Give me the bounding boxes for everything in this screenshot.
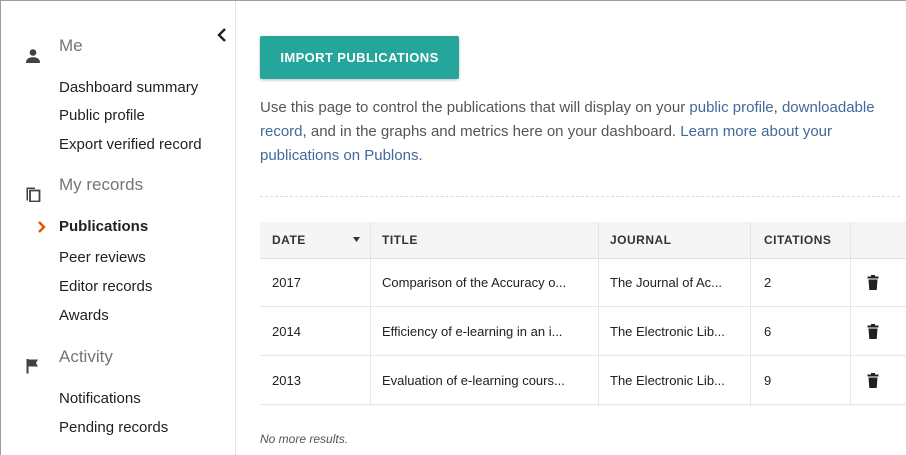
sidebar-item-notifications[interactable]: Notifications (59, 389, 141, 409)
cell-citations: 2 (764, 275, 772, 290)
sidebar-item-peer-reviews[interactable]: Peer reviews (59, 248, 146, 268)
table-row[interactable]: 2013 Evaluation of e-learning cours... T… (260, 357, 906, 405)
column-separator (850, 222, 851, 406)
cell-journal: The Electronic Lib... (610, 373, 725, 388)
import-publications-button[interactable]: IMPORT PUBLICATIONS (260, 36, 459, 79)
dashed-divider (260, 196, 900, 197)
column-header-title[interactable]: TITLE (382, 222, 418, 259)
trash-icon[interactable] (867, 324, 879, 339)
column-separator (598, 222, 599, 406)
cell-citations: 6 (764, 324, 772, 339)
chevron-left-icon[interactable] (215, 27, 229, 43)
column-header-citations[interactable]: CITATIONS (764, 222, 831, 259)
cell-title[interactable]: Evaluation of e-learning cours... (382, 357, 600, 405)
section-title-me: Me (59, 36, 83, 55)
cell-date: 2017 (272, 275, 301, 290)
sidebar-item-editor-records[interactable]: Editor records (59, 277, 152, 297)
cell-journal: The Electronic Lib... (610, 324, 725, 339)
sort-descending-icon[interactable] (353, 237, 360, 242)
no-more-results-text: No more results. (260, 432, 349, 446)
person-icon (26, 49, 40, 63)
table-header: DATE TITLE JOURNAL CITATIONS (260, 222, 906, 259)
copy-records-icon (26, 187, 41, 202)
trash-icon[interactable] (867, 373, 879, 388)
sidebar-item-public-profile[interactable]: Public profile (59, 106, 145, 126)
sidebar: Me Dashboard summary Public profile Expo… (1, 1, 236, 455)
cell-date: 2013 (272, 373, 301, 388)
intro-text: Use this page to control the publication… (260, 99, 875, 164)
cell-journal: The Journal of Ac... (610, 275, 723, 290)
column-separator (370, 222, 371, 406)
sidebar-item-awards[interactable]: Awards (59, 306, 109, 326)
sidebar-item-export-verified-record[interactable]: Export verified record (59, 135, 202, 155)
column-separator (750, 222, 751, 406)
flag-icon (26, 359, 38, 374)
cell-title[interactable]: Efficiency of e-learning in an i... (382, 308, 600, 356)
cell-citations: 9 (764, 373, 772, 388)
trash-icon[interactable] (867, 275, 879, 290)
table-row[interactable]: 2017 Comparison of the Accuracy o... The… (260, 259, 906, 307)
public-profile-link[interactable]: public profile (689, 99, 773, 116)
sidebar-item-publications[interactable]: Publications (59, 217, 148, 237)
section-title-activity: Activity (59, 347, 113, 366)
table-row[interactable]: 2014 Efficiency of e-learning in an i...… (260, 308, 906, 356)
column-header-journal[interactable]: JOURNAL (610, 222, 672, 259)
section-title-my-records: My records (59, 175, 144, 194)
column-header-date[interactable]: DATE (272, 222, 306, 259)
active-chevron-icon (38, 221, 46, 233)
cell-title[interactable]: Comparison of the Accuracy o... (382, 259, 600, 307)
cell-date: 2014 (272, 324, 301, 339)
sidebar-item-pending-records[interactable]: Pending records (59, 418, 168, 438)
sidebar-item-dashboard-summary[interactable]: Dashboard summary (59, 78, 198, 98)
